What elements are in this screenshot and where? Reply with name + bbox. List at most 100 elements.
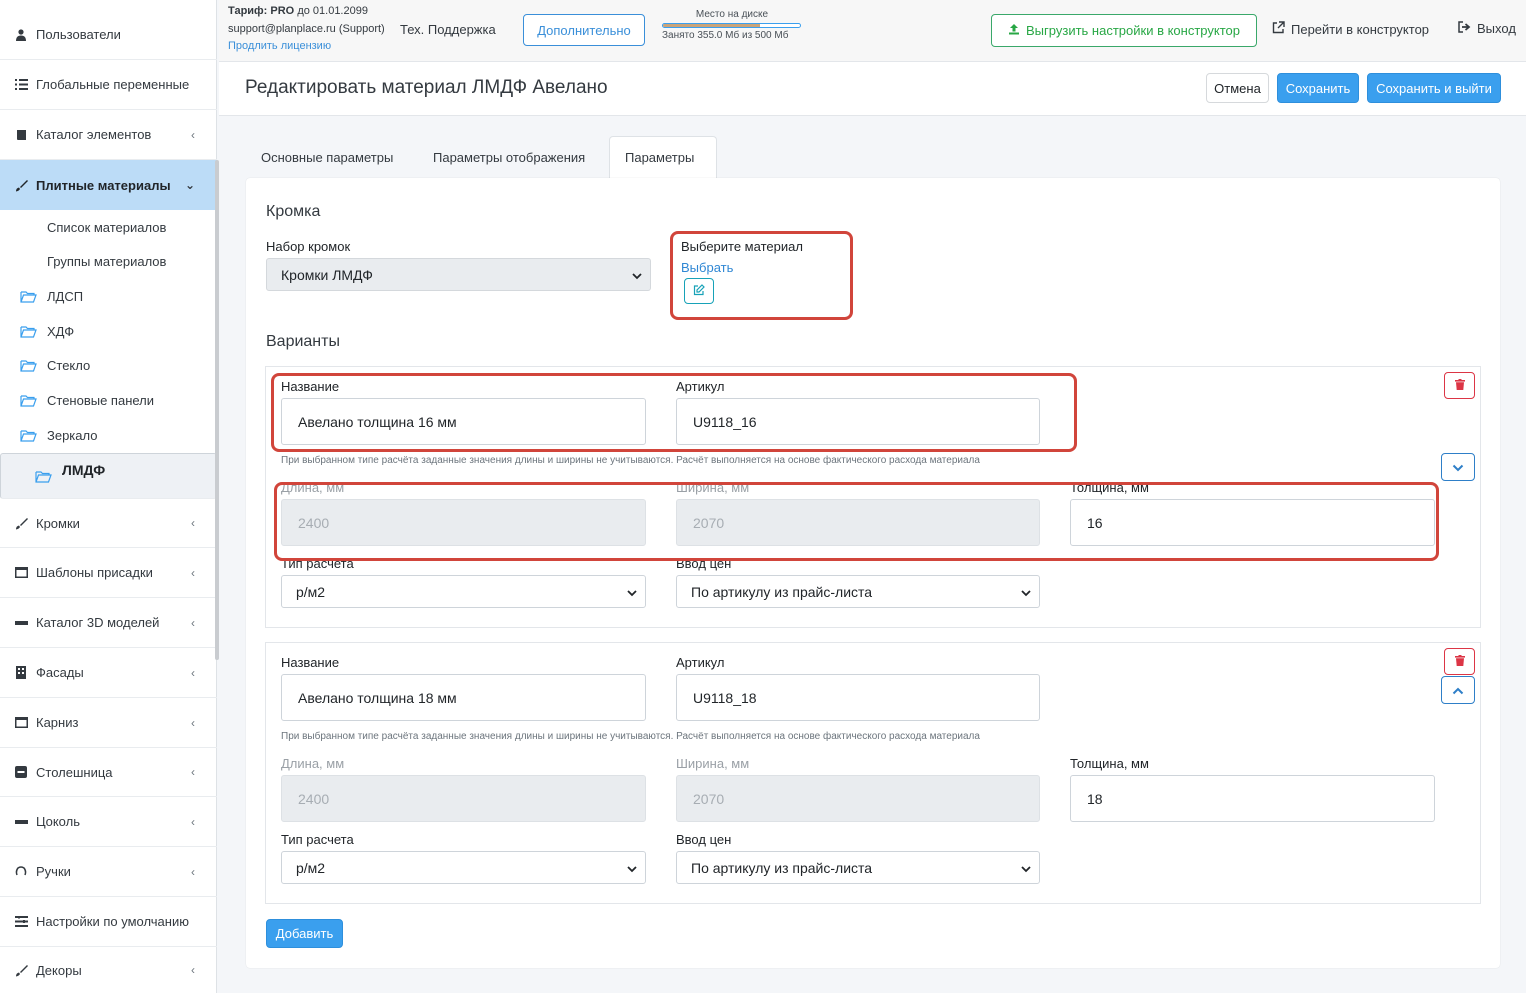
price-input-select[interactable]: По артикулу из прайс-листа (676, 575, 1040, 608)
price-input-value: По артикулу из прайс-листа (691, 583, 873, 600)
minus-icon (14, 819, 28, 824)
sidebar-folder-ldsp[interactable]: ЛДСП (0, 279, 217, 314)
calc-type-select[interactable]: р/м2 (281, 575, 646, 608)
name-input[interactable]: Авелано толщина 18 мм (281, 674, 646, 721)
sidebar-item-facades[interactable]: Фасады ‹ (0, 648, 217, 698)
window-icon (14, 717, 28, 728)
support-link[interactable]: Тех. Поддержка (400, 22, 496, 37)
tab-params[interactable]: Параметры (609, 136, 717, 178)
sidebar-item-3d-models[interactable]: Каталог 3D моделей ‹ (0, 598, 217, 648)
variant-card: Название Авелано толщина 18 мм Артикул U… (265, 642, 1481, 904)
sidebar-item-label: Шаблоны присадки (36, 565, 153, 580)
folder-label: ЛМДФ (62, 462, 106, 478)
sidebar-subitem-materials-list[interactable]: Список материалов (0, 210, 217, 244)
edge-set-label: Набор кромок (266, 239, 351, 254)
folder-label: Стекло (47, 358, 91, 373)
collapse-variant-button[interactable] (1441, 453, 1475, 481)
user-email: support@planplace.ru (Support) (228, 23, 385, 35)
sidebar-item-users[interactable]: Пользователи (0, 10, 217, 60)
length-label: Длина, мм (281, 756, 345, 771)
edge-set-select[interactable]: Кромки ЛМДФ (266, 258, 651, 291)
minus-icon (14, 620, 28, 625)
chevron-down-icon (627, 585, 637, 597)
sidebar-scrollbar[interactable] (215, 160, 219, 660)
delete-variant-button[interactable] (1444, 648, 1475, 675)
sidebar-item-plinth[interactable]: Цоколь ‹ (0, 797, 217, 847)
width-input[interactable]: 2070 (676, 775, 1040, 822)
go-constructor-link[interactable]: Перейти в конструктор (1272, 21, 1429, 37)
sidebar-item-edges[interactable]: Кромки ‹ (0, 499, 217, 548)
folder-icon (20, 359, 37, 372)
disk-used: Занято 355.0 Мб из 500 Мб (662, 30, 789, 41)
handle-icon (14, 866, 28, 877)
chevron-left-icon: ‹ (191, 765, 195, 779)
sidebar-folder-wall-panels[interactable]: Стеновые панели (0, 383, 217, 418)
sidebar-item-countertop[interactable]: Столешница ‹ (0, 748, 217, 797)
go-constructor-label: Перейти в конструктор (1291, 21, 1430, 37)
length-input[interactable]: 2400 (281, 775, 646, 822)
brush-icon (14, 517, 28, 530)
chevron-left-icon: ‹ (191, 516, 195, 530)
extend-license-link[interactable]: Продлить лицензию (228, 40, 331, 52)
logout-link[interactable]: Выход (1458, 21, 1516, 36)
cancel-button[interactable]: Отмена (1206, 73, 1269, 103)
minus-square-icon (14, 766, 28, 778)
sidebar-folder-mirror[interactable]: Зеркало (0, 418, 217, 453)
chevron-left-icon: ‹ (191, 963, 195, 977)
folder-icon (35, 470, 52, 483)
sidebar-item-label: Ручки (36, 864, 71, 879)
thickness-label: Толщина, мм (1070, 756, 1149, 771)
tab-display-params[interactable]: Параметры отображения (433, 136, 585, 178)
highlight-box-name-article (271, 373, 1077, 452)
sidebar-item-label: Пользователи (36, 27, 121, 42)
external-link-icon (1272, 21, 1285, 37)
sidebar-item-sheet-materials[interactable]: Плитные материалы ⌄ (0, 160, 217, 210)
article-input[interactable]: U9118_18 (676, 674, 1040, 721)
sidebar-item-catalog-elements[interactable]: Каталог элементов ‹ (0, 110, 217, 160)
disk-title: Место на диске (695, 9, 769, 20)
edge-set-value: Кромки ЛМДФ (281, 266, 373, 283)
logout-icon (1458, 21, 1471, 36)
tariff-value: PRO (270, 5, 295, 17)
price-input-select[interactable]: По артикулу из прайс-листа (676, 851, 1040, 884)
sidebar-item-label: Цоколь (36, 814, 80, 829)
sidebar-item-default-settings[interactable]: Настройки по умолчанию (0, 897, 217, 947)
variants-title: Варианты (266, 333, 340, 350)
sidebar-folder-glass[interactable]: Стекло (0, 348, 217, 383)
folder-label: Зеркало (47, 428, 98, 443)
edge-section-title: Кромка (266, 203, 321, 220)
save-button[interactable]: Сохранить (1277, 73, 1359, 103)
tab-basic-params[interactable]: Основные параметры (261, 136, 393, 178)
chevron-up-icon (1452, 683, 1464, 698)
logout-label: Выход (1477, 21, 1516, 36)
save-exit-button[interactable]: Сохранить и выйти (1367, 73, 1501, 103)
sidebar-item-label: Настройки по умолчанию (36, 914, 189, 929)
sidebar-item-global-variables[interactable]: Глобальные переменные (0, 60, 217, 110)
expand-variant-button[interactable] (1441, 676, 1475, 704)
folder-label: ЛДСП (47, 289, 84, 304)
delete-variant-button[interactable] (1444, 372, 1475, 399)
thickness-input[interactable]: 18 (1070, 775, 1435, 822)
sidebar-folder-lmdf[interactable]: ЛМДФ (0, 453, 217, 499)
calc-type-select[interactable]: р/м2 (281, 851, 646, 884)
sidebar-folder-hdf[interactable]: ХДФ (0, 314, 217, 349)
brush-icon (14, 179, 28, 192)
sidebar-item-cornice[interactable]: Карниз ‹ (0, 698, 217, 748)
sidebar-subitem-material-groups[interactable]: Группы материалов (0, 244, 217, 279)
trash-icon (1454, 654, 1465, 669)
sidebar-item-drilling-templates[interactable]: Шаблоны присадки ‹ (0, 548, 217, 598)
upload-settings-button[interactable]: Выгрузить настройки в конструктор (991, 14, 1257, 47)
params-card: Кромка Набор кромок Кромки ЛМДФ Выберите… (246, 178, 1500, 968)
sidebar-item-label: Столешница (36, 764, 113, 780)
sidebar-item-handles[interactable]: Ручки ‹ (0, 847, 217, 897)
sidebar-item-decors[interactable]: Декоры ‹ (0, 947, 217, 993)
user-icon (14, 28, 28, 41)
tariff-until: до 01.01.2099 (297, 5, 368, 17)
disk-usage-fill (663, 24, 761, 27)
add-variant-button[interactable]: Добавить (266, 919, 343, 948)
chevron-down-icon (627, 861, 637, 873)
additional-button[interactable]: Дополнительно (523, 14, 645, 46)
sliders-icon (14, 916, 28, 927)
sidebar: Пользователи Глобальные переменные Катал… (0, 0, 219, 993)
chevron-left-icon: ‹ (191, 665, 195, 680)
